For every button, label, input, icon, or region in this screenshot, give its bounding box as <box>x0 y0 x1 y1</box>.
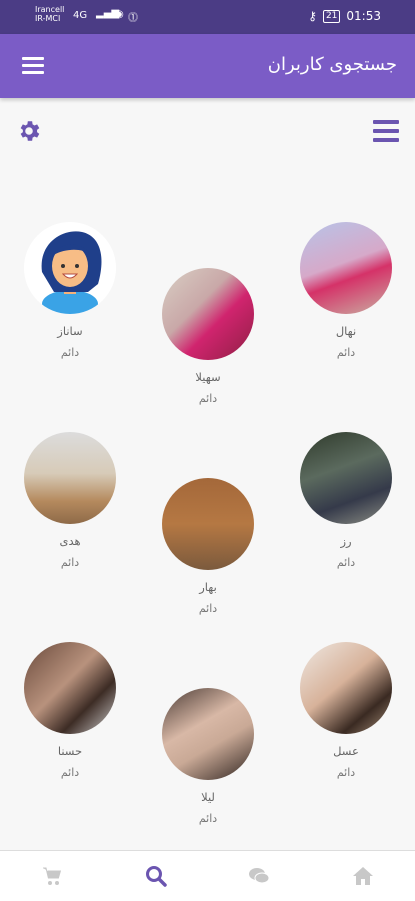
user-name: نهال <box>335 324 357 338</box>
avatar <box>24 642 116 734</box>
battery-indicator: 21 <box>322 9 341 23</box>
status-right: ⚷ 21 01:53 <box>308 9 381 23</box>
user-name: لیلا <box>201 790 215 804</box>
key-icon: ⚷ <box>308 9 317 23</box>
user-status: دائم <box>336 766 356 779</box>
user-name: هدی <box>59 534 81 548</box>
avatar <box>162 478 254 570</box>
avatar <box>24 432 116 524</box>
user-card[interactable]: نهال دائم <box>298 222 394 359</box>
toolbar <box>0 110 415 150</box>
user-card[interactable]: لیلا دائم <box>160 688 256 825</box>
cart-icon[interactable] <box>40 864 64 888</box>
user-status: دائم <box>198 812 218 825</box>
home-icon[interactable] <box>351 864 375 888</box>
user-card[interactable]: حسنا دائم <box>22 642 118 779</box>
menu-icon[interactable] <box>22 57 44 75</box>
user-name: بهار <box>199 580 217 594</box>
user-name: ساناز <box>57 324 83 338</box>
avatar <box>300 222 392 314</box>
user-card[interactable]: رز دائم <box>298 432 394 569</box>
user-status: دائم <box>60 346 80 359</box>
carrier-sub: IR-MCI <box>35 14 61 23</box>
whatsapp-icon: ◉ <box>115 9 124 20</box>
chat-icon[interactable] <box>247 864 271 888</box>
user-name: رز <box>340 534 352 548</box>
network-type: 4G <box>73 10 88 21</box>
avatar <box>300 432 392 524</box>
user-card[interactable]: سهیلا دائم <box>160 268 256 405</box>
bottom-nav <box>0 850 415 901</box>
avatar <box>24 222 116 314</box>
avatar <box>162 268 254 360</box>
user-status: دائم <box>60 766 80 779</box>
user-name: سهیلا <box>195 370 221 384</box>
user-name: حسنا <box>57 744 83 758</box>
user-status: دائم <box>336 556 356 569</box>
notification-icon: ⓵ <box>128 13 138 24</box>
user-card[interactable]: بهار دائم <box>160 478 256 615</box>
user-status: دائم <box>198 392 218 405</box>
avatar <box>162 688 254 780</box>
user-status: دائم <box>198 602 218 615</box>
avatar <box>300 642 392 734</box>
status-bar: Irancell IR-MCI 4G ▂▄▆ ◉ ⓵ ⚷ 21 01:53 <box>0 0 415 34</box>
app-bar: جستجوی کاربران <box>0 34 415 98</box>
user-card[interactable]: ساناز دائم <box>22 222 118 359</box>
list-menu-icon[interactable] <box>373 120 399 142</box>
gear-icon[interactable] <box>16 118 42 144</box>
user-status: دائم <box>60 556 80 569</box>
user-card[interactable]: عسل دائم <box>298 642 394 779</box>
carrier-name: Irancell <box>35 5 65 14</box>
carrier-label: Irancell IR-MCI <box>35 5 64 23</box>
page-title: جستجوی کاربران <box>267 54 397 75</box>
user-name: عسل <box>333 744 359 758</box>
clock: 01:53 <box>346 9 381 23</box>
user-status: دائم <box>336 346 356 359</box>
search-icon[interactable] <box>144 864 168 888</box>
user-card[interactable]: هدی دائم <box>22 432 118 569</box>
